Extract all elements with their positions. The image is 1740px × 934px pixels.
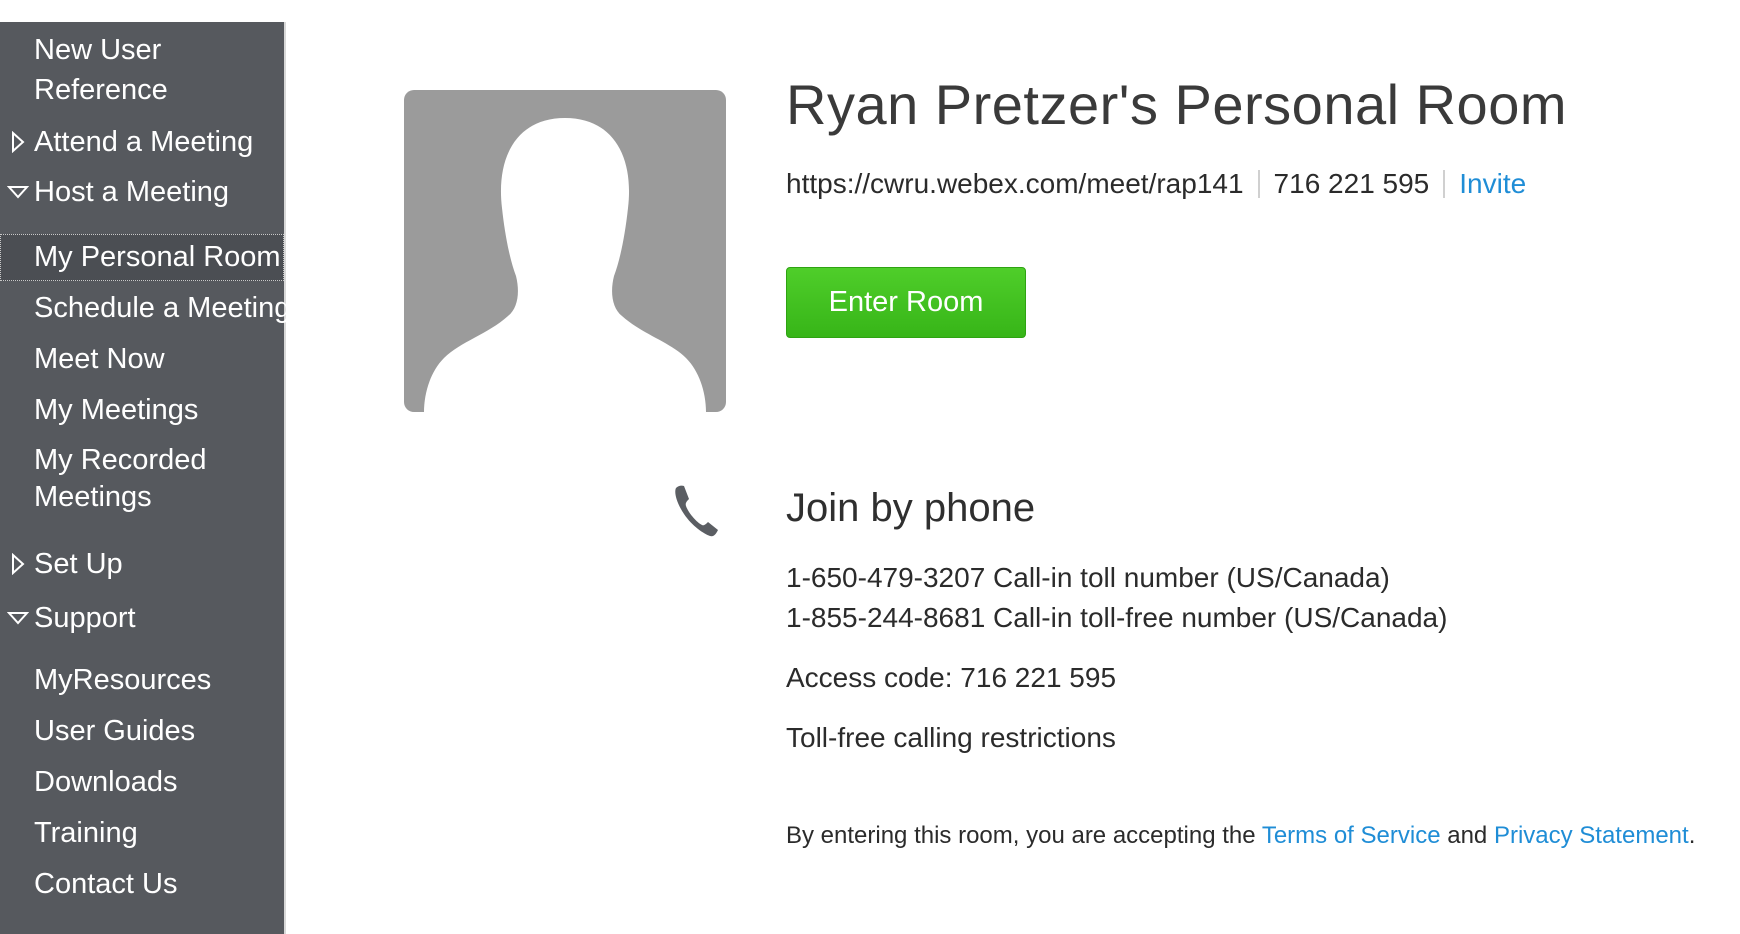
sidebar-item-label: My Recorded xyxy=(34,444,207,476)
avatar xyxy=(404,90,726,412)
sidebar-item-training[interactable]: Training xyxy=(0,813,284,853)
invite-link[interactable]: Invite xyxy=(1459,168,1526,200)
sidebar-item-label: Meet Now xyxy=(34,343,165,375)
terms-notice: By entering this room, you are accepting… xyxy=(786,822,1695,850)
sidebar-item-my-meetings[interactable]: My Meetings xyxy=(0,390,284,430)
toll-free-number: 1-855-244-8681 Call-in toll-free number … xyxy=(786,602,1448,633)
sidebar-item-support[interactable]: Support xyxy=(0,598,284,638)
sidebar-item-label: My Meetings xyxy=(34,394,199,426)
sidebar-item-label: Meetings xyxy=(34,481,152,513)
privacy-statement-link[interactable]: Privacy Statement xyxy=(1494,822,1689,849)
meeting-number: 716 221 595 xyxy=(1273,168,1430,199)
triangle-right-icon xyxy=(6,544,30,584)
separator xyxy=(1257,170,1260,198)
sidebar-item-downloads[interactable]: Downloads xyxy=(0,762,284,802)
sidebar-item-label: Training xyxy=(34,817,138,849)
user-silhouette-icon xyxy=(424,118,706,412)
sidebar-item-label: Reference xyxy=(34,74,168,106)
sidebar-item-label: Set Up xyxy=(34,548,123,580)
sidebar-item-label: Schedule a Meeting xyxy=(34,292,291,324)
sidebar-item-label: User Guides xyxy=(34,715,196,747)
access-code: Access code: 716 221 595 xyxy=(786,662,1117,693)
sidebar-item-label: Downloads xyxy=(34,766,178,798)
room-info-row: https://cwru.webex.com/meet/rap141 716 2… xyxy=(786,168,1526,200)
sidebar-item-label: Contact Us xyxy=(34,868,178,900)
sidebar-item-contact-us[interactable]: Contact Us xyxy=(0,864,284,904)
sidebar-item-host-a-meeting[interactable]: Host a Meeting xyxy=(0,172,284,212)
triangle-right-icon xyxy=(6,122,30,162)
phone-icon xyxy=(675,485,718,537)
toll-number: 1-650-479-3207 Call-in toll number (US/C… xyxy=(786,562,1390,593)
sidebar-item-my-recorded-meetings[interactable]: My Recorded Meetings xyxy=(0,442,284,516)
sidebar-item-myresources[interactable]: MyResources xyxy=(0,660,284,700)
sidebar-item-new-user-reference[interactable]: New User Reference xyxy=(0,30,284,110)
sidebar-item-label: MyResources xyxy=(34,664,212,696)
terms-notice-text: By entering this room, you are accepting… xyxy=(786,822,1262,849)
terms-notice-text: . xyxy=(1688,822,1696,849)
sidebar-item-label: My Personal Room xyxy=(34,241,281,273)
sidebar-item-schedule-a-meeting[interactable]: Schedule a Meeting xyxy=(0,288,290,328)
sidebar-item-label: New User xyxy=(34,34,162,66)
sidebar-item-attend-a-meeting[interactable]: Attend a Meeting xyxy=(0,122,284,162)
sidebar-item-set-up[interactable]: Set Up xyxy=(0,544,284,584)
sidebar-item-label: Support xyxy=(34,602,136,634)
separator xyxy=(1443,170,1446,198)
sidebar-item-label: Attend a Meeting xyxy=(34,126,254,158)
enter-room-button[interactable]: Enter Room xyxy=(786,267,1026,338)
room-url[interactable]: https://cwru.webex.com/meet/rap141 xyxy=(786,168,1244,200)
sidebar-item-user-guides[interactable]: User Guides xyxy=(0,711,284,751)
triangle-down-icon xyxy=(6,172,30,212)
triangle-down-icon xyxy=(6,598,30,638)
page-title: Ryan Pretzer's Personal Room xyxy=(786,73,1567,136)
sidebar-item-meet-now[interactable]: Meet Now xyxy=(0,339,284,379)
sidebar-nav: New User Reference Attend a Meeting Host… xyxy=(0,22,290,934)
sidebar-item-label: Host a Meeting xyxy=(34,176,230,208)
terms-of-service-link[interactable]: Terms of Service xyxy=(1262,822,1441,849)
sidebar-item-my-personal-room[interactable]: My Personal Room xyxy=(0,234,284,281)
toll-free-restrictions-link[interactable]: Toll-free calling restrictions xyxy=(786,722,1116,754)
terms-notice-text: and xyxy=(1440,822,1494,849)
join-by-phone-heading: Join by phone xyxy=(786,486,1036,530)
